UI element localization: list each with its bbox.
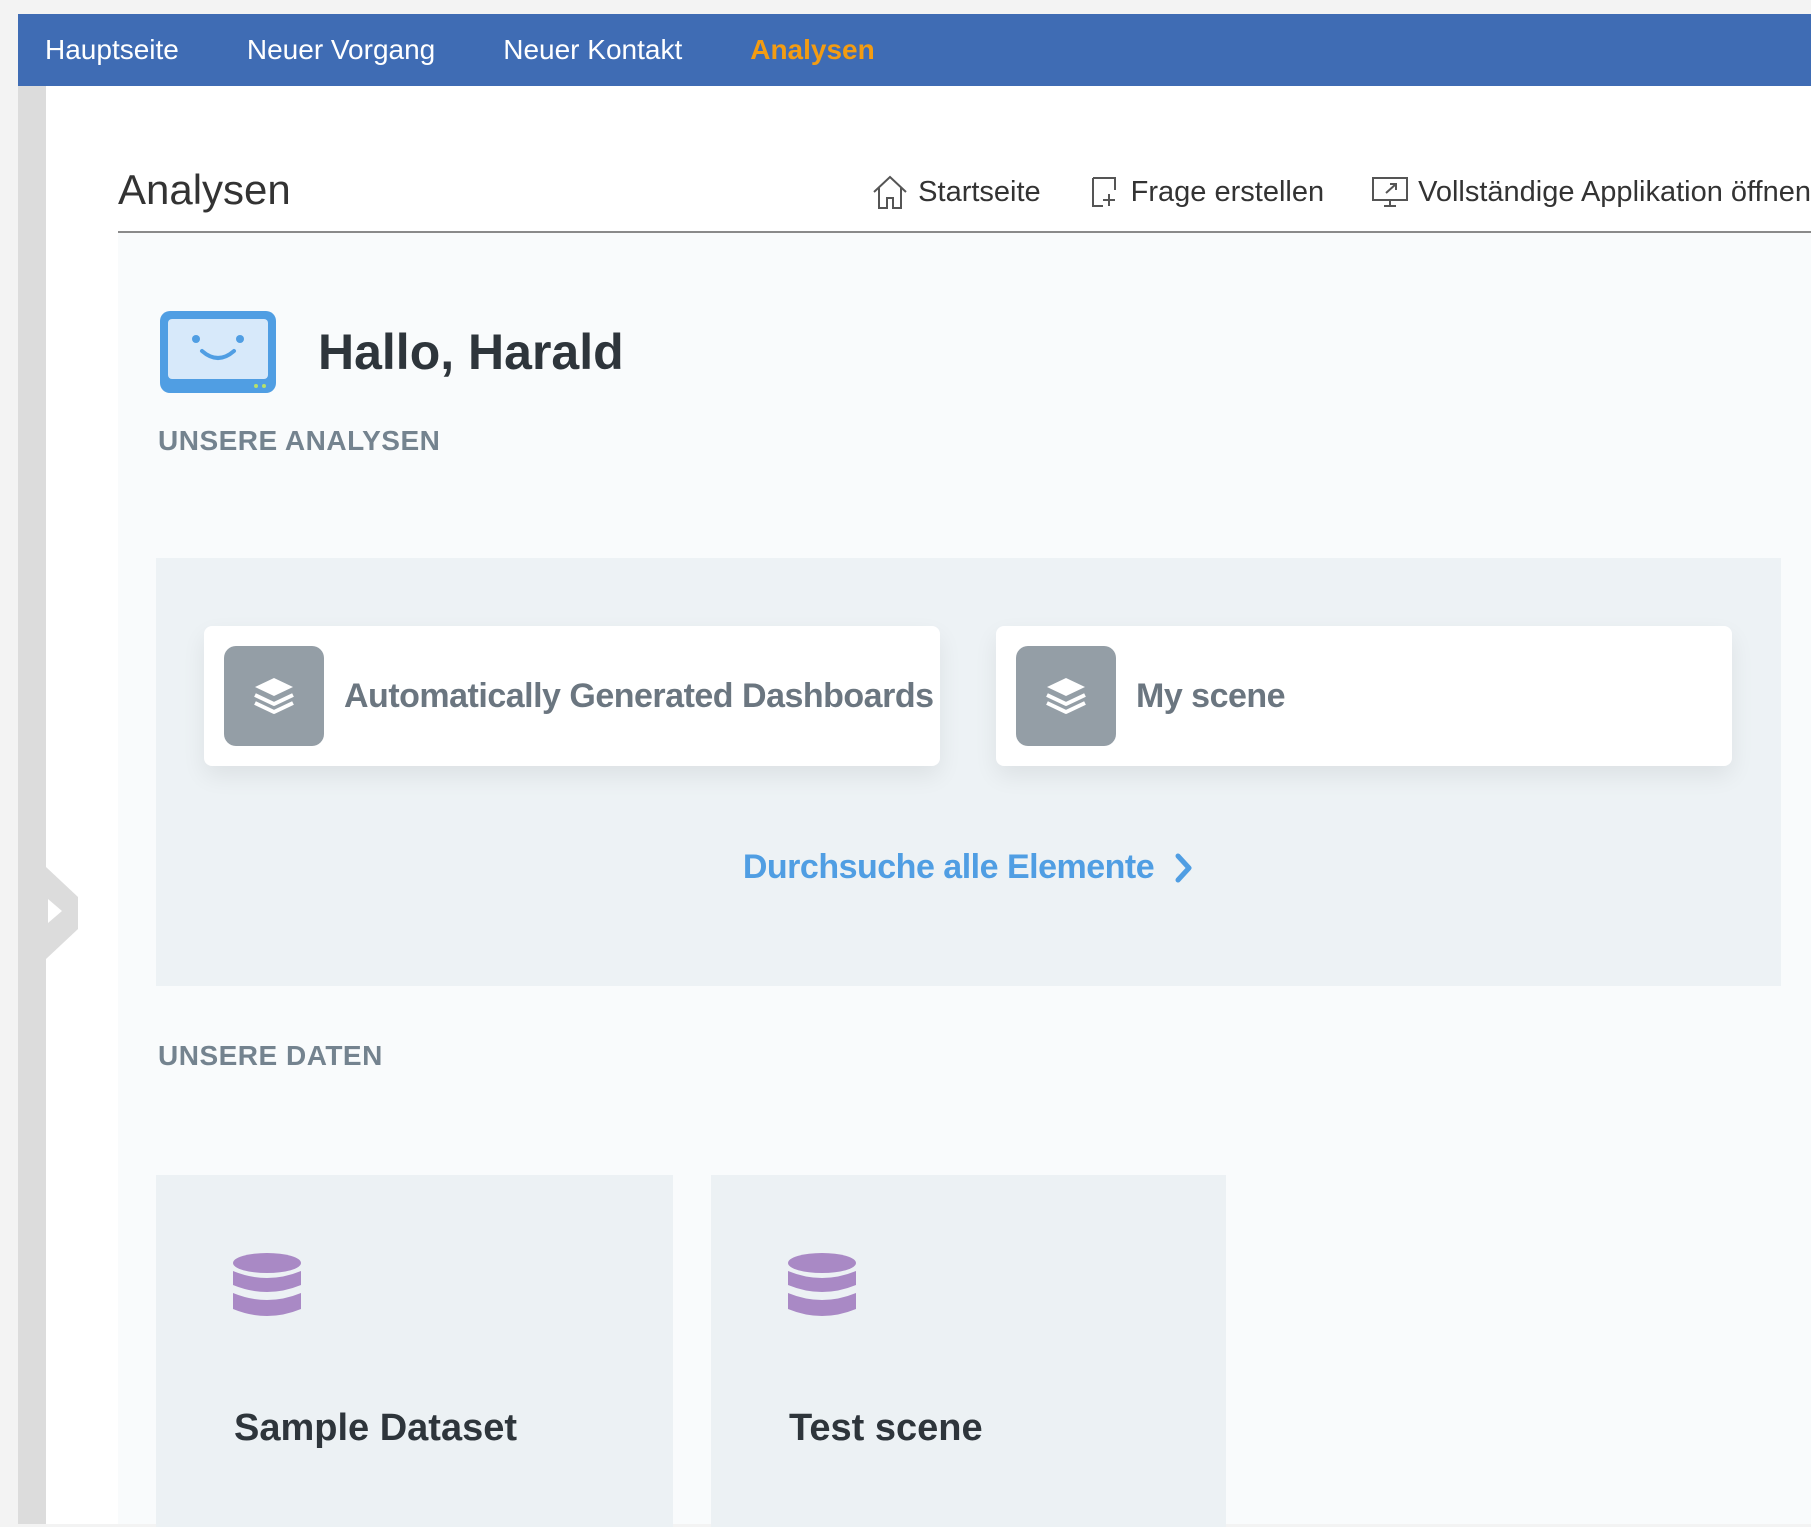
open-full-application-button[interactable]: Vollständige Applikation öffnen [1370,174,1811,210]
browse-all-items-link[interactable]: Durchsuche alle Elemente [156,848,1781,887]
greeting-text: Hallo, Harald [318,324,624,380]
collection-card-label: Automatically Generated Dashboards [344,676,934,715]
database-card-label: Test scene [789,1407,983,1449]
frage-erstellen-label: Frage erstellen [1130,175,1325,208]
top-navigation: Hauptseite Neuer Vorgang Neuer Kontakt A… [18,14,1811,86]
app-window: Hauptseite Neuer Vorgang Neuer Kontakt A… [18,14,1811,1527]
chevron-right-icon [1175,853,1192,882]
database-card-test-scene[interactable]: Test scene [711,1175,1226,1527]
content-header: Analysen Startseite Frage erstellen Voll… [118,86,1811,233]
smiley-monitor-icon [160,311,276,393]
collection-card-my-scene[interactable]: My scene [996,626,1732,766]
database-icon [788,1253,856,1316]
database-card-label: Sample Dataset [234,1407,518,1449]
greeting: Hallo, Harald [158,309,624,395]
startseite-button[interactable]: Startseite [870,172,1041,212]
open-full-application-label: Vollständige Applikation öffnen [1418,175,1811,208]
section-label-analyses: UNSERE ANALYSEN [158,425,441,456]
page-title: Analysen [118,166,291,213]
stack-layers-icon [1016,646,1116,746]
database-card-sample-dataset[interactable]: Sample Dataset [156,1175,673,1527]
collection-card-auto-dashboards[interactable]: Automatically Generated Dashboards [204,626,940,766]
home-icon [873,175,907,209]
frage-erstellen-button[interactable]: Frage erstellen [1087,174,1324,210]
collection-card-label: My scene [1136,676,1286,715]
analyses-panel: Automatically Generated Dashboards My sc… [156,558,1781,986]
sidebar-expand-toggle[interactable] [18,839,78,979]
main-content: Hallo, Harald UNSERE ANALYSEN Automatica… [118,233,1811,1527]
nav-item-neuer-kontakt[interactable]: Neuer Kontakt [503,34,682,66]
sidebar-collapsed-strip [18,86,46,1524]
section-label-data: UNSERE DATEN [158,1040,383,1071]
startseite-label: Startseite [918,175,1041,208]
browse-all-items-label: Durchsuche alle Elemente [742,848,1155,886]
header-actions: Startseite Frage erstellen Vollständige … [824,172,1811,212]
stack-layers-icon [224,646,324,746]
add-document-icon [1091,177,1116,207]
nav-item-hauptseite[interactable]: Hauptseite [45,34,179,66]
open-external-monitor-icon [1372,177,1409,207]
nav-item-neuer-vorgang[interactable]: Neuer Vorgang [247,34,435,66]
database-icon [233,1253,301,1316]
nav-item-analysen[interactable]: Analysen [750,34,875,66]
